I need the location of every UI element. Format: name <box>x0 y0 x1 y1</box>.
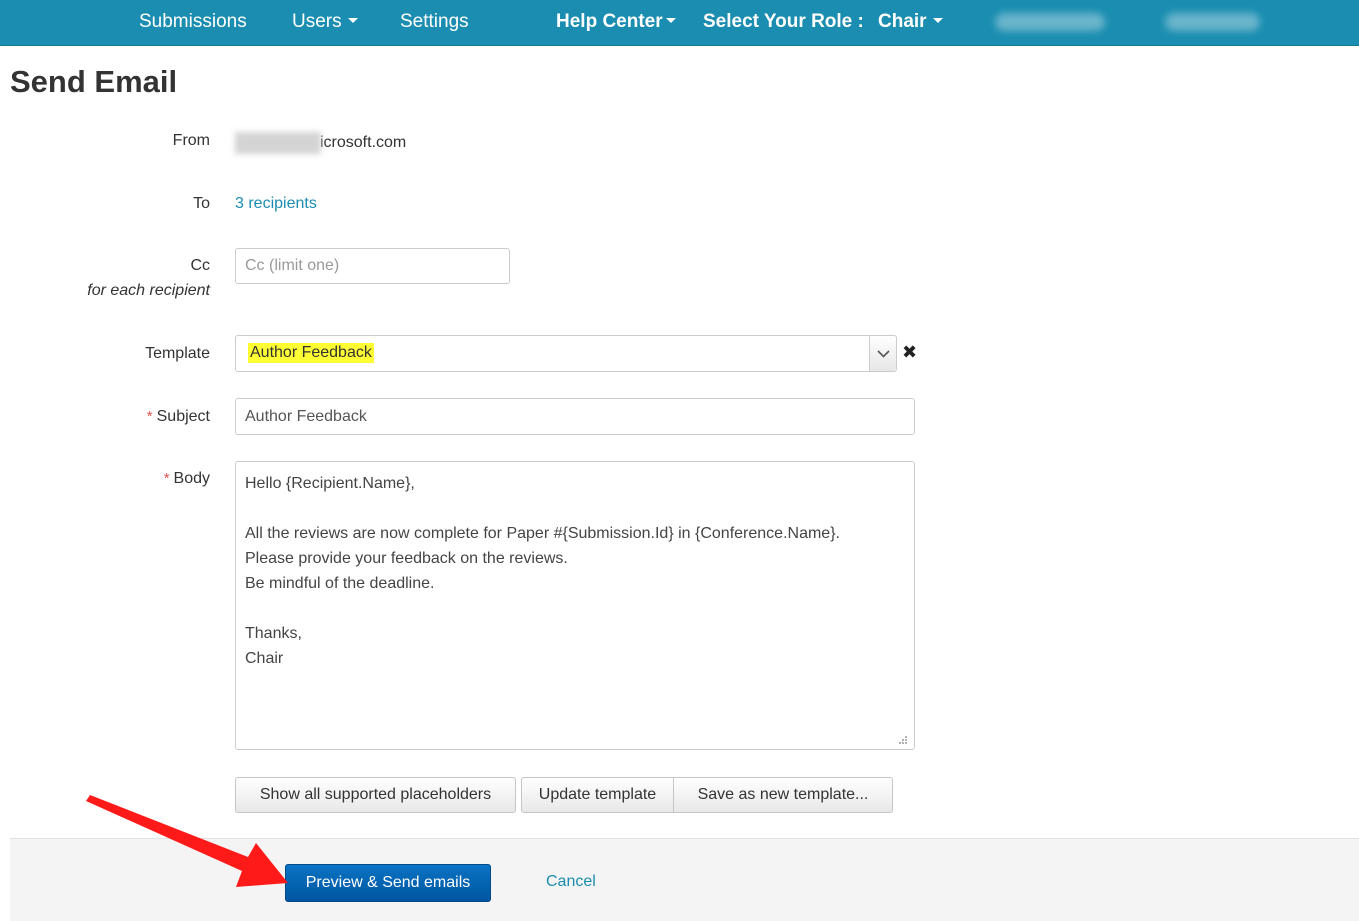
resize-grip-icon[interactable] <box>896 733 908 745</box>
caret-down-icon <box>665 17 676 23</box>
body-textarea[interactable] <box>235 461 915 750</box>
nav-submissions-label: Submissions <box>139 11 247 32</box>
to-value: 3 recipients <box>235 195 317 213</box>
redacted-block <box>235 132 321 154</box>
template-label: Template <box>145 345 210 362</box>
subject-label-text: Subject <box>156 408 210 425</box>
cc-label: Cc <box>190 257 210 274</box>
top-navbar: Submissions Users Settings Help Center S… <box>0 0 1359 46</box>
update-template-button[interactable]: Update template <box>521 777 674 813</box>
caret-down-icon <box>347 17 358 23</box>
body-label-text: Body <box>173 470 210 487</box>
cancel-link[interactable]: Cancel <box>546 873 596 891</box>
nav-users-label: Users <box>292 11 342 32</box>
nav-role-label: Select Your Role : <box>703 0 864 44</box>
from-value-text: icrosoft.com <box>320 134 407 152</box>
nav-blurred-item[interactable] <box>995 13 1105 31</box>
role-value-text: Chair <box>878 11 927 32</box>
nav-blurred-item[interactable] <box>1165 13 1260 31</box>
from-label: From <box>172 132 210 149</box>
nav-help-center-label: Help Center <box>556 11 663 32</box>
template-select[interactable]: Author Feedback <box>235 335 897 372</box>
caret-down-icon <box>932 17 943 23</box>
nav-settings[interactable]: Settings <box>400 0 469 44</box>
page-title: Send Email <box>10 64 178 99</box>
from-value: icrosoft.com <box>235 132 406 154</box>
nav-help-center-dropdown[interactable]: Help Center <box>556 0 676 44</box>
to-label: To <box>193 195 210 212</box>
preview-send-button[interactable]: Preview & Send emails <box>285 864 491 902</box>
body-label: * Body <box>164 470 210 488</box>
template-selected-value: Author Feedback <box>248 343 374 363</box>
role-label-text: Select Your Role : <box>703 11 864 32</box>
subject-label: * Subject <box>147 408 210 426</box>
nav-role-dropdown[interactable]: Chair <box>878 0 943 44</box>
nav-users-dropdown[interactable]: Users <box>292 0 358 44</box>
cc-input[interactable] <box>235 248 510 284</box>
recipients-link[interactable]: 3 recipients <box>235 195 317 212</box>
select-arrow[interactable] <box>869 336 896 371</box>
show-placeholders-button[interactable]: Show all supported placeholders <box>235 777 516 813</box>
nav-submissions[interactable]: Submissions <box>139 0 247 44</box>
close-icon[interactable]: ✖ <box>902 342 917 362</box>
cc-sublabel: for each recipient <box>87 282 210 299</box>
subject-input[interactable] <box>235 398 915 435</box>
chevron-down-icon <box>877 350 890 358</box>
form-footer <box>10 838 1359 921</box>
required-marker: * <box>163 470 170 487</box>
save-as-new-template-button[interactable]: Save as new template... <box>673 777 893 813</box>
required-marker: * <box>146 408 153 425</box>
nav-settings-label: Settings <box>400 11 469 32</box>
